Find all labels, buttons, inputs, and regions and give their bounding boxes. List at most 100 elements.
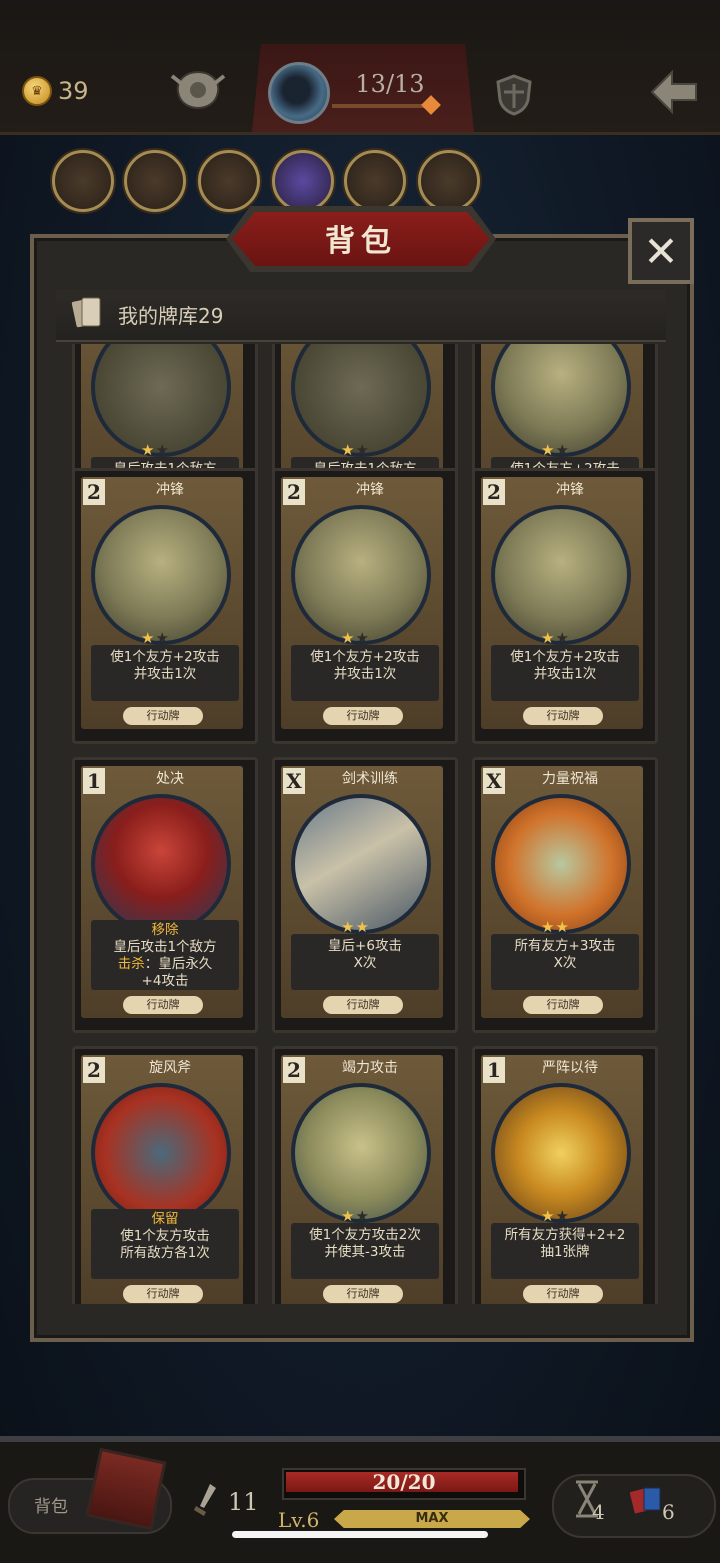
card-力量祝福[interactable]: X 力量祝福 ★★ 所有友方+3攻击 X次 行动牌	[472, 757, 658, 1033]
card-竭力攻击[interactable]: 2 竭力攻击 ★★ 使1个友方攻击2次 并使其-3攻击 行动牌	[272, 1046, 458, 1304]
crest-icon[interactable]	[168, 66, 228, 114]
deck-cards-icon	[71, 297, 101, 328]
portal-orb-icon[interactable]	[268, 62, 330, 124]
stage-progress-bar	[332, 104, 432, 108]
close-button[interactable]: ✕	[628, 218, 694, 284]
card-count-value: 6	[662, 1500, 675, 1524]
card-description: 使1个友方+2攻击并攻击1次	[91, 645, 239, 701]
back-arrow-icon[interactable]	[648, 66, 700, 118]
card-description: 保留 使1个友方攻击 所有敌方各1次	[91, 1209, 239, 1279]
card-处决[interactable]: 1处决★★移除皇后攻击1个敌方击杀：皇后永久+4攻击行动牌	[72, 757, 258, 1033]
card-cost: X	[483, 768, 505, 794]
card-keyword: 保留	[151, 1211, 179, 1227]
card-冲锋[interactable]: 2 冲锋 ★★ 使1个友方+2攻击 并攻击1次 行动牌	[472, 468, 658, 744]
card-description: 皇后+6攻击 X次	[291, 934, 439, 990]
card-description: 使1个友方+2攻击并攻击1次	[491, 645, 639, 701]
card-description: 所有友方+3攻击 X次	[491, 934, 639, 990]
card-art-axe	[91, 1083, 231, 1223]
card-art-charge	[91, 505, 231, 645]
card-description-line: X次	[553, 955, 577, 971]
relic-icon-6[interactable]	[418, 150, 480, 212]
card-name: 处决	[156, 771, 184, 787]
coin-icon: ♛	[22, 76, 52, 106]
relic-icon-1[interactable]	[52, 150, 114, 212]
card-严阵以待[interactable]: 1 严阵以待 ★★ 所有友方获得+2+2 抽1张牌 行动牌	[472, 1046, 658, 1304]
card-description-line: 使1个友方+2攻击	[110, 649, 220, 665]
card-art-execute	[91, 794, 231, 934]
card-name: 冲锋	[156, 482, 184, 498]
card-description-line: 皇后+6攻击	[328, 938, 402, 954]
bag-button-label: 背包	[34, 1497, 68, 1517]
level-label: Lv.6	[278, 1508, 320, 1532]
card-keyword: 击杀	[117, 956, 145, 972]
card-type-label: 行动牌	[123, 707, 203, 725]
card-cost: 1	[483, 1057, 505, 1083]
card-description-line: 使1个友方攻击	[120, 1228, 210, 1244]
card-description-line: 所有友方+3攻击	[514, 938, 616, 954]
relic-icon-3[interactable]	[198, 150, 260, 212]
card-name: 冲锋	[356, 482, 384, 498]
card-description: 使1个友方攻击2次 并使其-3攻击	[291, 1223, 439, 1279]
card-description-line: 并攻击1次	[333, 666, 397, 682]
card-name: 严阵以待	[542, 1060, 598, 1076]
card-type-label: 行动牌	[323, 707, 403, 725]
cards-stack-icon	[630, 1487, 661, 1514]
card-旋风斧[interactable]: 2旋风斧★★保留使1个友方攻击所有敌方各1次行动牌	[72, 1046, 258, 1304]
card-description-line: 所有友方获得+2+2	[504, 1227, 626, 1243]
hourglass-value: 4	[592, 1500, 605, 1524]
sword-icon	[194, 1484, 216, 1516]
close-icon: ✕	[643, 226, 679, 276]
card-type-label: 行动牌	[523, 707, 603, 725]
shield-icon[interactable]	[494, 74, 534, 116]
stage-progress: 13/13	[355, 70, 425, 98]
relic-icon-4[interactable]	[272, 150, 334, 212]
card-art-charge	[491, 505, 631, 645]
relic-icon-2[interactable]	[124, 150, 186, 212]
card-description-line: 使1个友方+2攻击	[510, 649, 620, 665]
card-grid[interactable]: ★★皇后攻击1个敌方行动牌★★皇后攻击1个敌方行动牌★★使1个友方+2攻击并攻击…	[60, 344, 660, 1304]
card-冲锋[interactable]: 2 冲锋 ★★ 使1个友方+2攻击 并攻击1次 行动牌	[72, 468, 258, 744]
card-name: 竭力攻击	[342, 1060, 398, 1076]
card-description: 所有友方获得+2+2 抽1张牌	[491, 1223, 639, 1279]
card-type-label: 行动牌	[523, 1285, 603, 1303]
card-description-line: X次	[353, 955, 377, 971]
gold-counter: ♛ 39	[22, 76, 89, 106]
card-cost: 2	[83, 1057, 105, 1083]
card-art-charge	[291, 505, 431, 645]
card-description: 移除 皇后攻击1个敌方 击杀：皇后永久 +4攻击	[91, 920, 239, 990]
bag-title: 背包	[325, 224, 397, 259]
hp-value: 20/20	[372, 1470, 436, 1494]
card-description-line: 所有敌方各1次	[120, 1245, 210, 1261]
card-description-line: 并使其-3攻击	[324, 1244, 406, 1260]
card-type-label: 行动牌	[123, 996, 203, 1014]
card-cost: 2	[283, 479, 305, 505]
card-type-label: 行动牌	[523, 996, 603, 1014]
card-art-jump	[291, 1083, 431, 1223]
card-cost: 2	[483, 479, 505, 505]
card-description-line: 使1个友方攻击2次	[309, 1227, 421, 1243]
card-description-line: 皇后攻击1个敌方	[113, 939, 217, 955]
card-name: 力量祝福	[542, 771, 598, 787]
card-description-line: 使1个友方+2攻击	[310, 649, 420, 665]
card-cost: 2	[83, 479, 105, 505]
card-剑术训练[interactable]: X 剑术训练 ★★ 皇后+6攻击 X次 行动牌	[272, 757, 458, 1033]
deck-count-label: 我的牌库29	[118, 304, 224, 328]
relic-icon-5[interactable]	[344, 150, 406, 212]
card-冲锋[interactable]: 2 冲锋 ★★ 使1个友方+2攻击 并攻击1次 行动牌	[272, 468, 458, 744]
xp-label: MAX	[415, 1511, 449, 1526]
card-name: 剑术训练	[342, 771, 398, 787]
card-name: 冲锋	[556, 482, 584, 498]
card-art-sword	[291, 794, 431, 934]
card-name: 旋风斧	[149, 1060, 191, 1076]
card-description-line: 击杀：皇后永久	[117, 956, 213, 972]
card-type-label: 行动牌	[323, 996, 403, 1014]
card-description-line: 抽1张牌	[540, 1244, 590, 1260]
card-art-fist	[491, 794, 631, 934]
card-cost: 1	[83, 768, 105, 794]
card-description-line: 并攻击1次	[533, 666, 597, 682]
book-icon[interactable]	[85, 1447, 167, 1531]
card-keyword: 移除	[151, 922, 179, 938]
gold-value: 39	[58, 77, 89, 105]
card-description-line: +4攻击	[141, 973, 189, 989]
card-type-label: 行动牌	[323, 1285, 403, 1303]
